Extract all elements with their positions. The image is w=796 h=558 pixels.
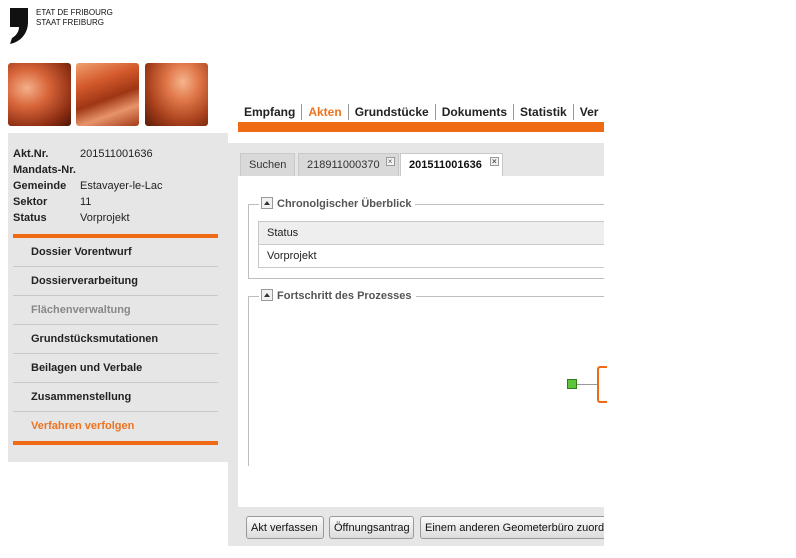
navigation-accent-bar xyxy=(238,122,604,132)
progress-legend: Fortschritt des Prozesses xyxy=(259,289,416,305)
info-value: 201511001636 xyxy=(80,148,153,160)
dossier-sidebar: Akt.Nr. 201511001636 Mandats-Nr. Gemeinde… xyxy=(13,146,218,445)
process-step-node[interactable] xyxy=(597,366,607,403)
close-icon[interactable]: × xyxy=(385,157,395,166)
akt-verfassen-button[interactable]: Akt verfassen xyxy=(246,516,324,539)
main-navigation: Empfang Akten Grundstücke Dokuments Statisti… xyxy=(238,104,604,122)
info-value: Estavayer-le-Lac xyxy=(80,180,163,192)
menu-item-flaechenverwaltung: Flächenverwaltung xyxy=(13,296,218,325)
info-key: Status xyxy=(13,212,47,224)
overview-legend: Chronolgischer Überblick xyxy=(259,197,416,213)
header-photo-2 xyxy=(76,63,139,126)
nav-item-akten[interactable]: Akten xyxy=(301,104,347,120)
tab-201511001636[interactable]: 201511001636 × xyxy=(400,153,503,178)
status-table: Status Vorprojekt xyxy=(258,221,604,268)
menu-item-beilagen-und-verbale[interactable]: Beilagen und Verbale xyxy=(13,354,218,383)
nav-item-statistik[interactable]: Statistik xyxy=(513,104,573,120)
process-connector xyxy=(577,384,598,385)
nav-item-truncated[interactable]: Ver xyxy=(572,104,604,120)
info-key: Gemeinde xyxy=(13,180,67,192)
info-key: Mandats-Nr. xyxy=(13,164,76,176)
menu-item-verfahren-verfolgen[interactable]: Verfahren verfolgen xyxy=(13,412,218,441)
menu-item-grundstuecksmutationen[interactable]: Grundstücksmutationen xyxy=(13,325,218,354)
progress-legend-text: Fortschritt des Prozesses xyxy=(277,290,412,302)
table-header-row: Status xyxy=(258,221,604,245)
collapse-toggle-icon[interactable] xyxy=(261,289,273,301)
menu-bottom-rule xyxy=(13,441,218,445)
tab-label: 218911000370 xyxy=(307,159,380,171)
info-row: Akt.Nr. 201511001636 xyxy=(13,146,163,162)
menu-item-zusammenstellung[interactable]: Zusammenstellung xyxy=(13,383,218,412)
dossier-info-table: Akt.Nr. 201511001636 Mandats-Nr. Gemeinde… xyxy=(13,146,163,226)
info-row: Mandats-Nr. xyxy=(13,162,163,178)
info-value: 11 xyxy=(80,196,92,208)
info-value: Vorprojekt xyxy=(80,212,130,224)
tab-suchen[interactable]: Suchen xyxy=(240,153,296,177)
logo-mark-icon xyxy=(10,8,28,44)
logo-line-2: STAAT FREIBURG xyxy=(36,18,105,27)
assign-other-office-button[interactable]: Einem anderen Geometerbüro zuordnen xyxy=(420,516,604,539)
info-value xyxy=(80,162,163,178)
tab-label: 201511001636 xyxy=(409,159,482,171)
table-cell: Vorprojekt xyxy=(258,244,604,268)
info-key: Akt.Nr. xyxy=(13,148,49,160)
table-row[interactable]: Vorprojekt xyxy=(258,244,604,268)
overview-legend-text: Chronolgischer Überblick xyxy=(277,198,412,210)
nav-item-empfang[interactable]: Empfang xyxy=(238,104,301,120)
process-start-node[interactable] xyxy=(567,379,577,389)
column-header-status: Status xyxy=(258,221,604,245)
nav-item-grundstuecke[interactable]: Grundstücke xyxy=(347,104,435,120)
info-row: Status Vorprojekt xyxy=(13,210,163,226)
tab-218911000370[interactable]: 218911000370 × xyxy=(298,153,399,177)
info-key: Sektor xyxy=(13,196,48,208)
close-icon[interactable]: × xyxy=(489,157,499,166)
nav-item-dokuments[interactable]: Dokuments xyxy=(434,104,513,120)
info-row: Gemeinde Estavayer-le-Lac xyxy=(13,178,163,194)
collapse-toggle-icon[interactable] xyxy=(261,197,273,209)
logo-text: ETAT DE FRIBOURG STAAT FREIBURG xyxy=(36,8,113,28)
oeffnungsantrag-button[interactable]: Öffnungsantrag xyxy=(329,516,414,539)
menu-item-dossierverarbeitung[interactable]: Dossierverarbeitung xyxy=(13,267,218,296)
header-photo-1 xyxy=(8,63,71,126)
header-photo-3 xyxy=(145,63,208,126)
progress-fieldset: Fortschritt des Prozesses xyxy=(248,289,604,466)
info-row: Sektor 11 xyxy=(13,194,163,210)
menu-item-dossier-vorentwurf[interactable]: Dossier Vorentwurf xyxy=(13,238,218,267)
logo-line-1: ETAT DE FRIBOURG xyxy=(36,8,113,17)
tab-label: Suchen xyxy=(249,159,287,171)
